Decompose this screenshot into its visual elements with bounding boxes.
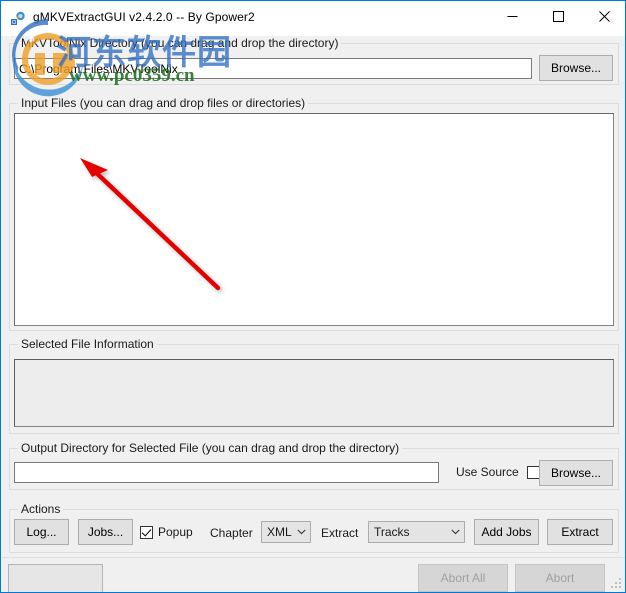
output-directory-input[interactable]: [14, 462, 439, 483]
input-files-list[interactable]: [14, 113, 614, 326]
use-source-label: Use Source: [456, 465, 519, 479]
abort-all-button[interactable]: Abort All: [418, 564, 508, 592]
mkvtoolnix-directory-label: MKVToolNix Directory (you can drag and d…: [18, 36, 342, 50]
selected-file-information-label: Selected File Information: [18, 337, 157, 351]
mkvtoolnix-directory-input[interactable]: [14, 58, 532, 79]
output-directory-label: Output Directory for Selected File (you …: [18, 441, 403, 455]
use-source-checkbox[interactable]: Use Source: [451, 465, 540, 479]
abort-button[interactable]: Abort: [515, 564, 605, 592]
application-window: gMKVExtractGUI v2.4.2.0 -- By Gpower2 MK…: [0, 0, 626, 593]
mkvtoolnix-browse-button[interactable]: Browse...: [539, 55, 613, 81]
popup-checkbox[interactable]: Popup: [140, 525, 193, 539]
extract-type-label: Extract: [321, 526, 359, 540]
maximize-icon: [552, 10, 564, 22]
window-title: gMKVExtractGUI v2.4.2.0 -- By Gpower2: [33, 10, 255, 24]
extract-type-value: Tracks: [374, 525, 410, 539]
extract-type-select[interactable]: Tracks: [368, 521, 465, 543]
close-icon: [598, 10, 610, 22]
maximize-button[interactable]: [535, 1, 581, 31]
minimize-icon: [507, 15, 517, 17]
app-icon: [10, 10, 27, 27]
popup-checkbox-box[interactable]: [140, 525, 153, 539]
status-bar: Abort All Abort: [2, 557, 625, 592]
chapter-label: Chapter: [210, 526, 253, 540]
resize-grip-icon[interactable]: [611, 578, 623, 590]
close-button[interactable]: [581, 1, 625, 31]
chevron-down-icon-2: [447, 529, 464, 535]
add-jobs-button[interactable]: Add Jobs: [474, 519, 539, 545]
log-button[interactable]: Log...: [14, 519, 69, 545]
progress-panel: [8, 564, 103, 592]
selected-file-information-panel: [14, 359, 614, 427]
extract-button[interactable]: Extract: [547, 519, 613, 545]
chevron-down-icon: [293, 529, 310, 535]
input-files-label: Input Files (you can drag and drop files…: [18, 96, 309, 110]
actions-label: Actions: [18, 502, 64, 516]
popup-label: Popup: [158, 525, 193, 539]
jobs-button[interactable]: Jobs...: [78, 519, 133, 545]
title-bar: gMKVExtractGUI v2.4.2.0 -- By Gpower2: [1, 1, 625, 36]
use-source-checkbox-box[interactable]: [526, 465, 540, 479]
output-browse-button[interactable]: Browse...: [539, 460, 613, 486]
chapter-format-value: XML: [267, 525, 292, 539]
minimize-button[interactable]: [489, 1, 535, 31]
chapter-format-select[interactable]: XML: [261, 521, 311, 543]
